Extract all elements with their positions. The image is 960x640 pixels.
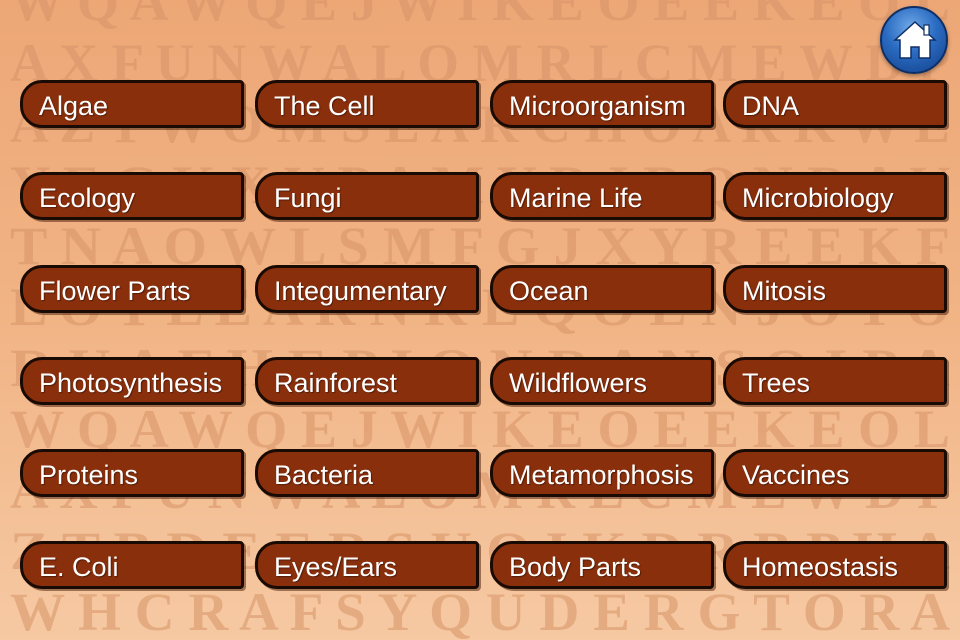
topic-button[interactable]: Fungi: [255, 172, 479, 220]
topic-label: Proteins: [39, 460, 139, 490]
topic-label: Algae: [39, 91, 109, 121]
topic-label: Vaccines: [742, 460, 850, 490]
topic-button[interactable]: Marine Life: [490, 172, 714, 220]
topic-button[interactable]: Mitosis: [723, 265, 947, 313]
topic-label: Marine Life: [509, 183, 643, 213]
topic-label: Homeostasis: [742, 552, 899, 582]
topic-button[interactable]: Body Parts: [490, 541, 714, 589]
topic-button[interactable]: Bacteria: [255, 449, 479, 497]
topic-label: DNA: [742, 91, 800, 121]
topic-label: Eyes/Ears: [274, 552, 398, 582]
topic-label: Fungi: [274, 183, 342, 213]
home-icon: [893, 20, 937, 59]
topic-label: Bacteria: [274, 460, 374, 490]
topic-button[interactable]: E. Coli: [20, 541, 244, 589]
topic-label: The Cell: [274, 91, 375, 121]
topic-button[interactable]: Metamorphosis: [490, 449, 714, 497]
topic-label: Microbiology: [742, 183, 894, 213]
topic-button[interactable]: Ocean: [490, 265, 714, 313]
topic-label: Microorganism: [509, 91, 687, 121]
topic-button[interactable]: Microbiology: [723, 172, 947, 220]
topic-button[interactable]: Eyes/Ears: [255, 541, 479, 589]
topic-label: Wildflowers: [509, 368, 648, 398]
home-button[interactable]: [880, 6, 948, 74]
topic-button[interactable]: Homeostasis: [723, 541, 947, 589]
topic-label: Trees: [742, 368, 811, 398]
topic-label: Flower Parts: [39, 276, 191, 306]
topic-label: Integumentary: [274, 276, 447, 306]
topic-label: Mitosis: [742, 276, 827, 306]
topic-button[interactable]: Trees: [723, 357, 947, 405]
topic-label: Photosynthesis: [39, 368, 223, 398]
topic-button[interactable]: DNA: [723, 80, 947, 128]
topic-button[interactable]: Ecology: [20, 172, 244, 220]
topic-button[interactable]: Flower Parts: [20, 265, 244, 313]
topic-button[interactable]: Rainforest: [255, 357, 479, 405]
topic-button[interactable]: Integumentary: [255, 265, 479, 313]
topic-label: E. Coli: [39, 552, 119, 582]
topic-button[interactable]: Proteins: [20, 449, 244, 497]
topic-label: Ecology: [39, 183, 136, 213]
topic-button[interactable]: Microorganism: [490, 80, 714, 128]
topic-button[interactable]: The Cell: [255, 80, 479, 128]
topic-button[interactable]: Wildflowers: [490, 357, 714, 405]
topic-button[interactable]: Algae: [20, 80, 244, 128]
topic-button[interactable]: Photosynthesis: [20, 357, 244, 405]
topic-grid: Algae The Cell Microorganism DNA Ecology Fung…: [0, 0, 960, 640]
topic-label: Body Parts: [509, 552, 642, 582]
topic-label: Rainforest: [274, 368, 398, 398]
topic-label: Ocean: [509, 276, 589, 306]
topic-label: Metamorphosis: [509, 460, 694, 490]
topic-button[interactable]: Vaccines: [723, 449, 947, 497]
